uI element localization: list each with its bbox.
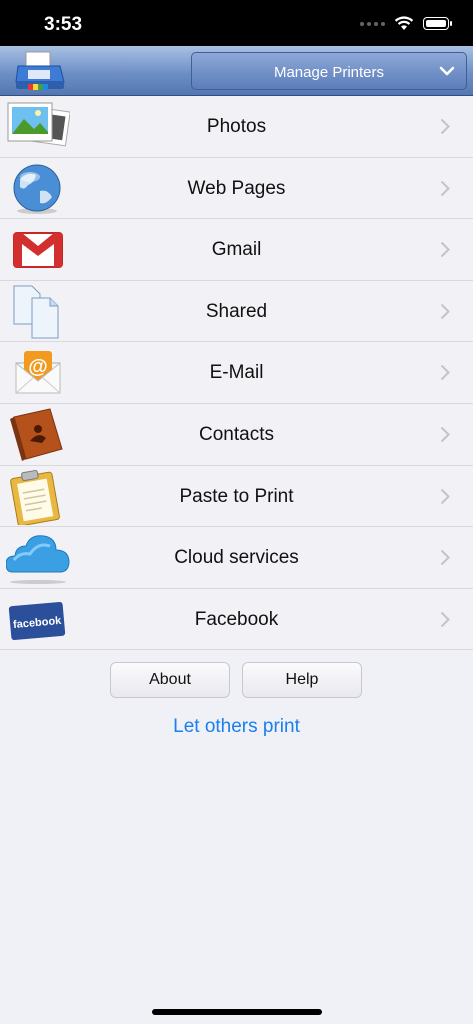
menu-item-label: E-Mail (209, 362, 264, 384)
menu-item-label: Photos (206, 116, 267, 137)
menu-item-web-pages[interactable]: Web Pages (0, 158, 473, 220)
menu-item-email[interactable]: @ E-Mail (0, 342, 473, 404)
chevron-right-icon (440, 303, 450, 319)
menu-item-label: Gmail (211, 239, 262, 261)
chevron-right-icon (440, 180, 450, 196)
source-menu-list: Photos Web Pages Gmail Shared @ E-Mail C… (0, 96, 473, 651)
menu-item-label: Shared (205, 300, 268, 322)
menu-item-photos[interactable]: Photos (0, 96, 473, 158)
chevron-right-icon (440, 241, 450, 258)
menu-item-contacts[interactable]: Contacts (0, 404, 473, 466)
chevron-right-icon (440, 611, 450, 627)
home-indicator[interactable] (152, 1009, 322, 1015)
chevron-right-icon (440, 549, 450, 566)
menu-item-label: Web Pages (187, 177, 286, 199)
menu-item-label: Paste to Print (179, 485, 294, 507)
menu-item-facebook[interactable]: facebook Facebook (0, 589, 473, 651)
toolbar: Manage Printers (0, 46, 473, 96)
about-button[interactable]: About (110, 662, 230, 698)
chevron-down-icon (439, 66, 455, 76)
chevron-right-icon (440, 118, 450, 135)
printer-logo-icon (15, 51, 65, 90)
battery-icon (423, 17, 452, 30)
button-row: About Help (0, 662, 473, 700)
menu-item-label: Cloud services (174, 547, 299, 569)
status-time: 3:53 (44, 14, 83, 35)
manage-printers-button[interactable]: Manage Printers (191, 52, 467, 90)
cellular-signal-icon (360, 21, 385, 26)
chevron-right-icon (440, 488, 450, 504)
menu-item-paste-to-print[interactable]: Paste to Print (0, 466, 473, 528)
help-button[interactable]: Help (242, 662, 362, 698)
menu-item-gmail[interactable]: Gmail (0, 219, 473, 281)
menu-item-label: Facebook (194, 608, 279, 630)
menu-item-cloud-services[interactable]: Cloud services (0, 527, 473, 589)
status-indicators (360, 16, 452, 31)
chevron-right-icon (440, 426, 450, 443)
menu-item-label: Contacts (199, 423, 274, 445)
chevron-right-icon (440, 365, 450, 381)
let-others-print-link[interactable]: Let others print (0, 716, 473, 738)
wifi-icon (394, 16, 414, 30)
manage-printers-label: Manage Printers (273, 64, 385, 81)
status-bar: 3:53 (0, 0, 473, 46)
menu-item-shared[interactable]: Shared (0, 281, 473, 343)
